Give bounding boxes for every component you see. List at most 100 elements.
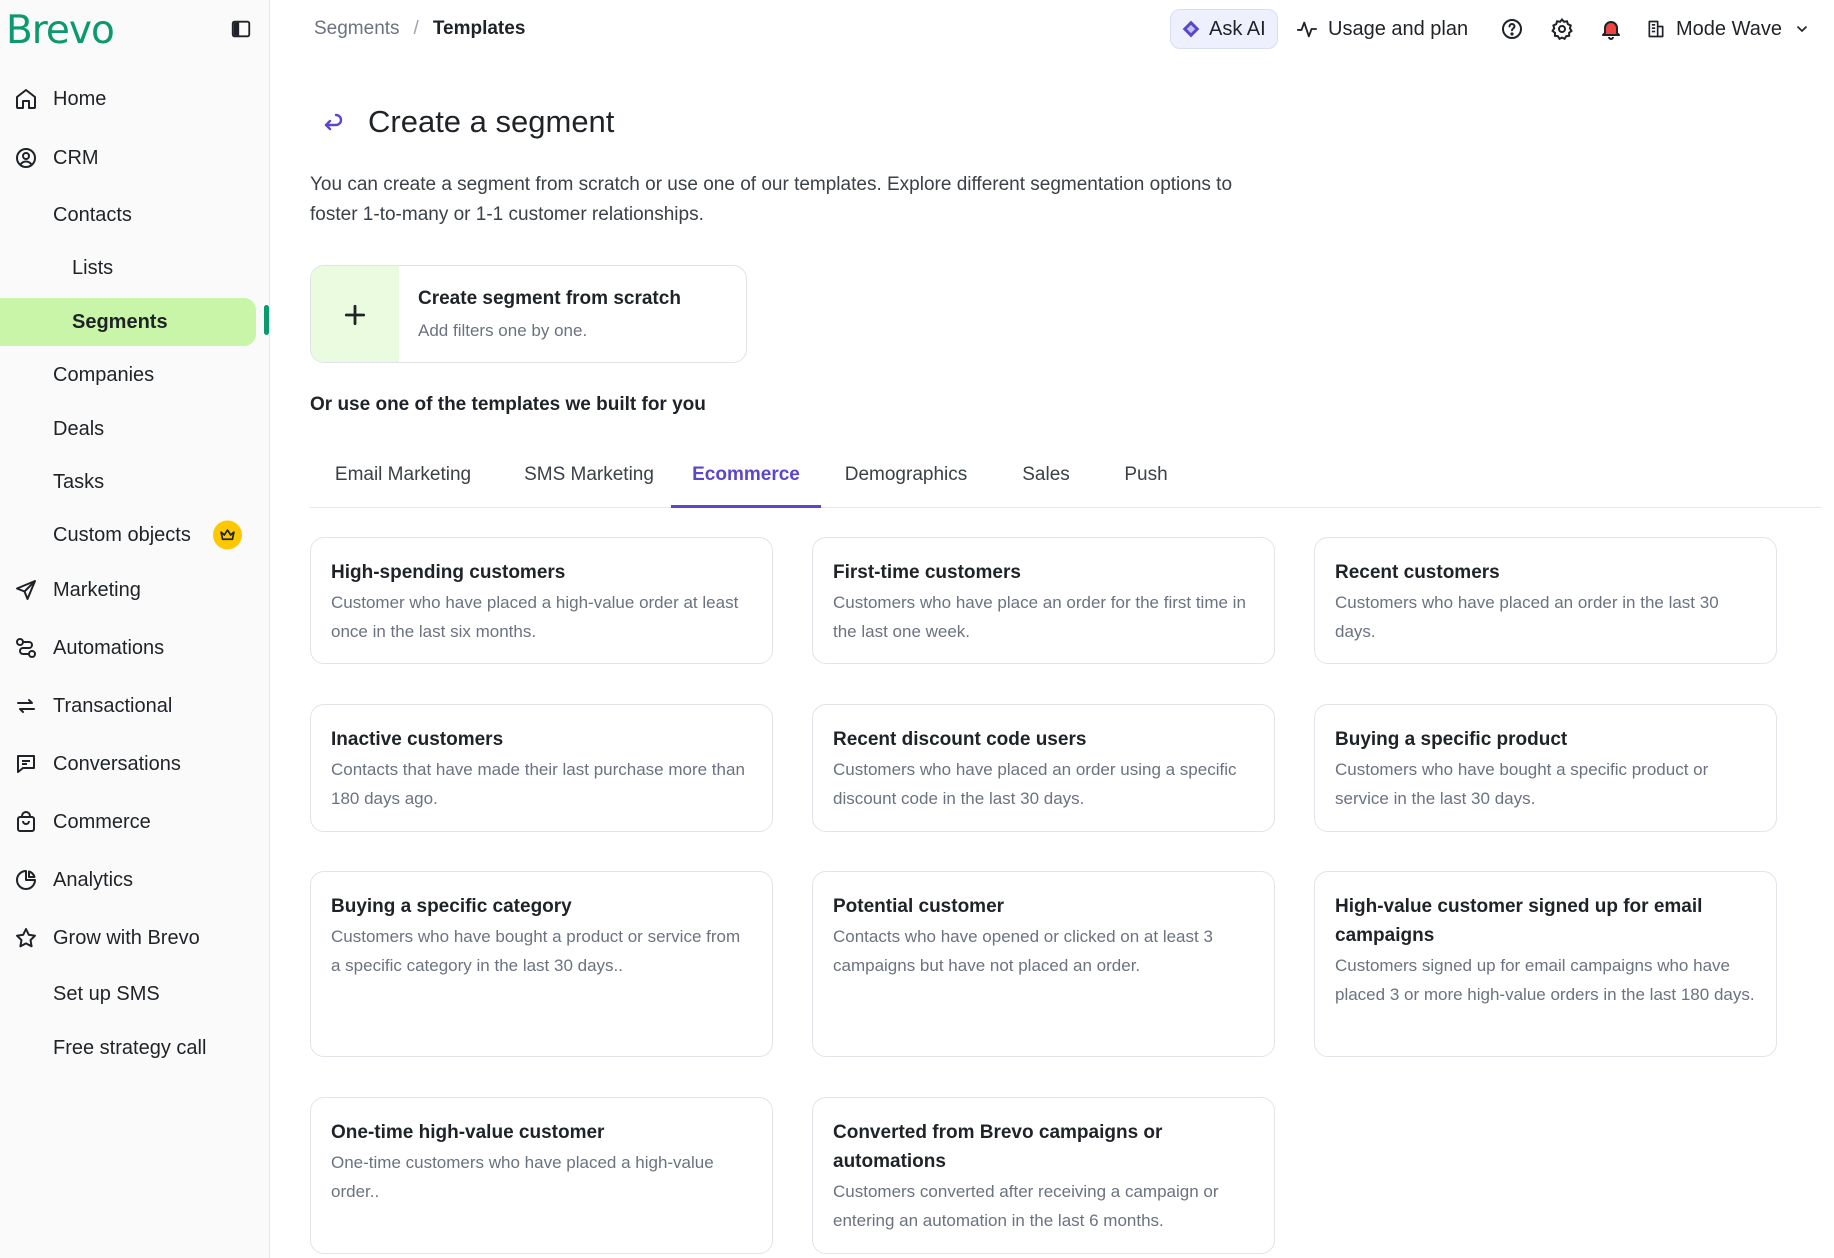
tab-demographics[interactable]: Demographics <box>821 448 991 508</box>
create-from-scratch-card[interactable]: Create segment from scratch Add filters … <box>310 265 747 363</box>
sidebar-item-lists[interactable]: Lists <box>0 244 256 292</box>
template-card-title: Recent discount code users <box>833 729 1087 750</box>
sidebar-item-marketing[interactable]: Marketing <box>0 566 256 614</box>
usage-label: Usage and plan <box>1328 17 1469 40</box>
shopping-bag-icon <box>17 811 35 832</box>
template-card-description: Customers who have bought a product or s… <box>331 927 741 975</box>
sidebar-item-label: Commerce <box>53 810 151 833</box>
bell-icon[interactable] <box>1599 17 1623 41</box>
brevo-logo[interactable]: Brevo <box>6 8 115 53</box>
sidebar-item-automations[interactable]: Automations <box>0 624 256 672</box>
activity-icon <box>1296 21 1318 38</box>
sparkle-diamond-icon <box>1182 20 1200 38</box>
sidebar-item-companies[interactable]: Companies <box>0 351 256 399</box>
scratch-card-title: Create segment from scratch <box>418 288 681 309</box>
active-indicator <box>264 305 269 335</box>
usage-and-plan-button[interactable]: Usage and plan <box>1296 14 1468 44</box>
sidebar-item-label: CRM <box>53 146 99 169</box>
tab-ecommerce[interactable]: Ecommerce <box>671 448 821 508</box>
chat-icon <box>17 755 35 773</box>
star-icon <box>16 928 36 948</box>
template-card[interactable]: Inactive customers Contacts that have ma… <box>310 704 773 832</box>
sidebar-item-label: Contacts <box>53 203 132 226</box>
template-card-title: Buying a specific category <box>331 896 572 917</box>
sidebar-item-label: Deals <box>53 417 105 440</box>
template-card[interactable]: High-value customer signed up for email … <box>1314 871 1777 1057</box>
template-card-description: Customers who have place an order for th… <box>833 593 1246 641</box>
automation-icon <box>16 638 36 658</box>
sidebar-item-home[interactable]: Home <box>0 75 256 123</box>
template-card-description: One-time customers who have placed a hig… <box>331 1153 714 1201</box>
sidebar-item-contacts[interactable]: Contacts <box>0 191 256 239</box>
template-card[interactable]: High-spending customers Customer who hav… <box>310 537 773 664</box>
sidebar-item-label: Conversations <box>53 752 181 775</box>
template-card[interactable]: Buying a specific product Customers who … <box>1314 704 1777 832</box>
send-icon <box>16 580 36 600</box>
building-icon <box>1648 20 1664 38</box>
template-card[interactable]: Recent customers Customers who have plac… <box>1314 537 1777 664</box>
template-card[interactable]: Recent discount code users Customers who… <box>812 704 1275 832</box>
tab-sales[interactable]: Sales <box>991 448 1101 508</box>
page-title: Create a segment <box>368 104 615 139</box>
breadcrumb-current: Templates <box>432 18 526 39</box>
template-card-description: Customers who have placed an order using… <box>833 760 1237 808</box>
sidebar-item-analytics[interactable]: Analytics <box>0 856 256 904</box>
tab-push[interactable]: Push <box>1101 448 1191 508</box>
sidebar-item-label: Marketing <box>53 578 141 601</box>
sidebar-item-conversations[interactable]: Conversations <box>0 740 256 788</box>
plus-icon <box>311 266 399 362</box>
sidebar-item-commerce[interactable]: Commerce <box>0 798 256 846</box>
template-card[interactable]: Buying a specific category Customers who… <box>310 871 773 1057</box>
template-card[interactable]: One-time high-value customer One-time cu… <box>310 1097 773 1254</box>
page-description: You can create a segment from scratch or… <box>310 174 1233 225</box>
tab-email-marketing[interactable]: Email Marketing <box>310 448 496 508</box>
sidebar-item-label: Segments <box>72 310 168 333</box>
template-card[interactable]: Converted from Brevo campaigns or automa… <box>812 1097 1275 1254</box>
sidebar-item-label: Analytics <box>53 868 134 891</box>
arrows-exchange-icon <box>17 699 35 713</box>
sidebar-toggle-icon[interactable] <box>230 18 252 40</box>
organization-switcher[interactable]: Mode Wave <box>1646 14 1810 44</box>
template-card-description: Customers converted after receiving a ca… <box>833 1182 1219 1230</box>
template-card-title: High-value customer signed up for email … <box>1335 896 1703 946</box>
breadcrumb-segments-link[interactable]: Segments <box>314 18 400 40</box>
sidebar-item-crm[interactable]: CRM <box>0 134 256 182</box>
template-card-title: Potential customer <box>833 896 1005 917</box>
sidebar-item-transactional[interactable]: Transactional <box>0 682 256 730</box>
template-card-title: Inactive customers <box>331 729 504 750</box>
template-card-title: High-spending customers <box>331 562 566 583</box>
sidebar-item-free-strategy-call[interactable]: Free strategy call <box>0 1024 256 1072</box>
ask-ai-button[interactable]: Ask AI <box>1170 9 1278 49</box>
gear-icon[interactable] <box>1550 17 1574 41</box>
sidebar-item-label: Automations <box>53 636 165 659</box>
sidebar-item-custom-objects[interactable]: Custom objects <box>0 511 256 559</box>
template-card[interactable]: Potential customer Contacts who have ope… <box>812 871 1275 1057</box>
template-card-description: Customer who have placed a high-value or… <box>331 593 739 641</box>
tab-sms-marketing[interactable]: SMS Marketing <box>496 448 682 508</box>
sidebar-item-deals[interactable]: Deals <box>0 405 256 453</box>
template-tabs: Email Marketing SMS Marketing Ecommerce … <box>310 448 1822 508</box>
pie-chart-icon <box>16 870 36 890</box>
sidebar-item-grow-with-brevo[interactable]: Grow with Brevo <box>0 914 256 962</box>
user-circle-icon <box>16 148 36 168</box>
back-arrow-icon[interactable] <box>322 113 346 137</box>
sidebar-item-set-up-sms[interactable]: Set up SMS <box>0 970 256 1018</box>
sidebar-item-tasks[interactable]: Tasks <box>0 458 256 506</box>
breadcrumb: Segments / Templates <box>314 18 525 40</box>
sidebar-item-segments[interactable]: Segments <box>0 298 256 346</box>
templates-heading: Or use one of the templates we built for… <box>310 394 706 415</box>
template-card-title: One-time high-value customer <box>331 1122 605 1143</box>
organization-name: Mode Wave <box>1676 17 1782 40</box>
template-card-description: Contacts that have made their last purch… <box>331 760 745 808</box>
sidebar-item-label: Free strategy call <box>53 1036 207 1059</box>
sidebar-item-label: Set up SMS <box>53 982 160 1005</box>
sidebar: Brevo Home CRM Contacts Lists Segments C… <box>0 0 270 1258</box>
breadcrumb-separator: / <box>413 18 419 39</box>
template-card-description: Customers who have bought a specific pro… <box>1335 760 1709 808</box>
template-card[interactable]: First-time customers Customers who have … <box>812 537 1275 664</box>
help-icon[interactable] <box>1500 17 1524 41</box>
template-card-description: Customers who have placed an order in th… <box>1335 593 1719 641</box>
crown-icon <box>213 520 242 550</box>
sidebar-item-label: Lists <box>72 256 114 279</box>
template-card-title: Converted from Brevo campaigns or automa… <box>833 1122 1163 1172</box>
